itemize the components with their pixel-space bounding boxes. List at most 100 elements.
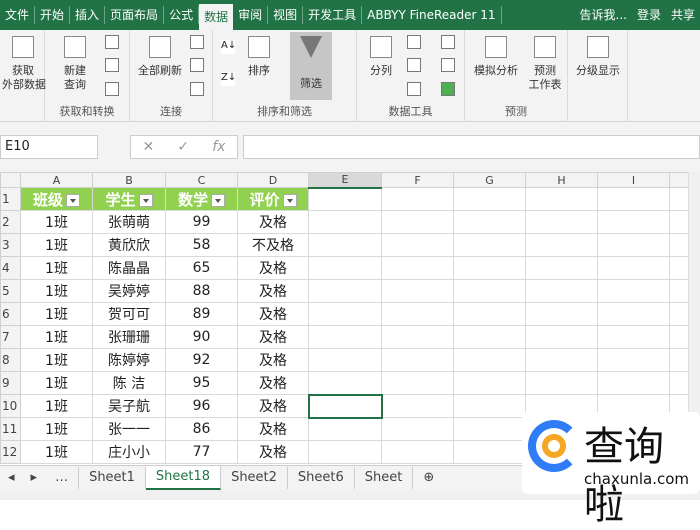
- cell[interactable]: [669, 348, 690, 372]
- cell[interactable]: 1班: [20, 279, 93, 303]
- header-cell[interactable]: 数学: [165, 187, 238, 211]
- cell[interactable]: 庄小小: [92, 440, 166, 464]
- cell[interactable]: 陈晶晶: [92, 256, 166, 280]
- login-button[interactable]: 登录: [632, 6, 666, 24]
- row-header[interactable]: 3: [0, 233, 21, 257]
- cell[interactable]: 及格: [237, 417, 309, 441]
- cell[interactable]: [453, 394, 526, 418]
- show-queries-icon[interactable]: [105, 35, 119, 49]
- cell[interactable]: 1班: [20, 325, 93, 349]
- cell[interactable]: 陈婷婷: [92, 348, 166, 372]
- cell[interactable]: 1班: [20, 348, 93, 372]
- row-header[interactable]: 12: [0, 440, 21, 464]
- cell[interactable]: 贺可可: [92, 302, 166, 326]
- cell[interactable]: [525, 210, 598, 234]
- enter-icon[interactable]: ✓: [177, 139, 189, 155]
- cell[interactable]: [308, 440, 382, 464]
- add-sheet-icon[interactable]: ⊕: [413, 467, 444, 489]
- cell[interactable]: [381, 233, 454, 257]
- get-external-data-button[interactable]: 获取 外部数据: [2, 36, 46, 92]
- cell[interactable]: [381, 187, 454, 211]
- select-all[interactable]: [0, 172, 21, 188]
- sort-button[interactable]: 排序: [241, 36, 277, 78]
- cell[interactable]: 张萌萌: [92, 210, 166, 234]
- cell[interactable]: [308, 187, 382, 211]
- forecast-sheet-button[interactable]: 预测 工作表: [525, 36, 565, 92]
- cell[interactable]: [381, 348, 454, 372]
- cell[interactable]: [525, 256, 598, 280]
- fx-icon[interactable]: fx: [212, 139, 225, 155]
- row-header[interactable]: 8: [0, 348, 21, 372]
- cell[interactable]: [453, 256, 526, 280]
- consolidate-icon[interactable]: [441, 35, 455, 49]
- refresh-all-button[interactable]: 全部刷新: [132, 36, 188, 78]
- cell[interactable]: 及格: [237, 302, 309, 326]
- cell[interactable]: [453, 279, 526, 303]
- cell[interactable]: 1班: [20, 394, 93, 418]
- cell[interactable]: 65: [165, 256, 238, 280]
- new-query-button[interactable]: 新建 查询: [55, 36, 95, 92]
- cell[interactable]: [308, 210, 382, 234]
- cell[interactable]: [525, 187, 598, 211]
- cell[interactable]: [381, 417, 454, 441]
- row-header[interactable]: 4: [0, 256, 21, 280]
- cell[interactable]: [453, 440, 526, 464]
- cell[interactable]: 及格: [237, 440, 309, 464]
- column-header[interactable]: F: [381, 172, 454, 188]
- cell[interactable]: [669, 279, 690, 303]
- properties-icon[interactable]: [190, 58, 204, 72]
- cell[interactable]: 及格: [237, 256, 309, 280]
- row-header[interactable]: 1: [0, 187, 21, 211]
- from-table-icon[interactable]: [105, 58, 119, 72]
- column-header[interactable]: H: [525, 172, 598, 188]
- cell[interactable]: [669, 233, 690, 257]
- cell[interactable]: 1班: [20, 302, 93, 326]
- name-box[interactable]: E10: [0, 135, 98, 159]
- cell[interactable]: 吴婷婷: [92, 279, 166, 303]
- filter-dropdown-icon[interactable]: [282, 193, 297, 207]
- cell[interactable]: [308, 256, 382, 280]
- cell[interactable]: [308, 302, 382, 326]
- cell[interactable]: [307, 393, 383, 419]
- cell[interactable]: [669, 325, 690, 349]
- cell[interactable]: 陈 洁: [92, 371, 166, 395]
- column-header[interactable]: B: [92, 172, 166, 188]
- cell[interactable]: [453, 371, 526, 395]
- cell[interactable]: [308, 417, 382, 441]
- cell[interactable]: 58: [165, 233, 238, 257]
- header-cell[interactable]: 评价: [237, 187, 309, 211]
- cell[interactable]: [525, 371, 598, 395]
- sort-az-icon[interactable]: A↓: [221, 40, 236, 54]
- cell[interactable]: 1班: [20, 417, 93, 441]
- sort-za-icon[interactable]: Z↓: [221, 72, 236, 86]
- cell[interactable]: [453, 233, 526, 257]
- cell[interactable]: [453, 348, 526, 372]
- filter-dropdown-icon[interactable]: [66, 193, 80, 207]
- cell[interactable]: [597, 233, 670, 257]
- cell[interactable]: [669, 210, 690, 234]
- cell[interactable]: [381, 279, 454, 303]
- cell[interactable]: [453, 417, 526, 441]
- cell[interactable]: [525, 348, 598, 372]
- cell[interactable]: [525, 279, 598, 303]
- row-header[interactable]: 2: [0, 210, 21, 234]
- cell[interactable]: 95: [165, 371, 238, 395]
- row-header[interactable]: 6: [0, 302, 21, 326]
- sheet-tab[interactable]: Sheet1: [79, 467, 146, 489]
- sheet-tab[interactable]: Sheet6: [288, 467, 355, 489]
- cell[interactable]: [669, 256, 690, 280]
- scroll-right-icon[interactable]: ▸: [23, 467, 46, 489]
- cell[interactable]: [597, 371, 670, 395]
- recent-sources-icon[interactable]: [105, 82, 119, 96]
- cell[interactable]: [381, 325, 454, 349]
- cell[interactable]: 1班: [20, 256, 93, 280]
- sheet-tab[interactable]: Sheet: [355, 467, 414, 489]
- cell[interactable]: [669, 187, 690, 211]
- formula-input[interactable]: [243, 135, 700, 159]
- cell[interactable]: 90: [165, 325, 238, 349]
- cell[interactable]: 1班: [20, 371, 93, 395]
- sheet-tab[interactable]: Sheet18: [145, 466, 222, 490]
- outline-button[interactable]: 分级显示: [570, 36, 626, 78]
- cell[interactable]: [381, 394, 454, 418]
- cell[interactable]: [453, 325, 526, 349]
